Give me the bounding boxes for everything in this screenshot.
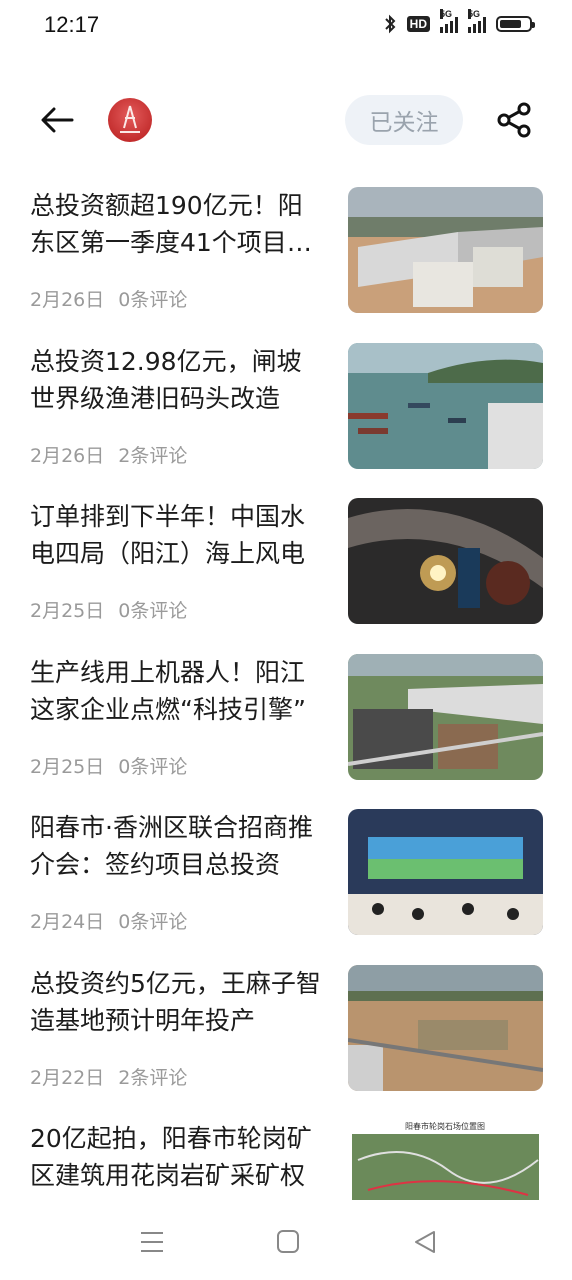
bluetooth-icon — [384, 14, 396, 34]
map-caption: 阳春市轮岗石场位置图 — [405, 1121, 485, 1131]
article-item[interactable]: 总投资额超190亿元！阳东区第一季度41个项目集中开工 2月26日 0条评论 — [0, 172, 572, 328]
back-triangle-icon[interactable] — [405, 1224, 445, 1260]
article-title[interactable]: 阳春市·香洲区联合招商推介会：签约项目总投资 — [30, 809, 322, 883]
conference-hall-photo[interactable] — [348, 809, 543, 935]
article-item[interactable]: 生产线用上机器人！阳江这家企业点燃“科技引擎” 2月25日 0条评论 — [0, 639, 572, 795]
comment-count: 0条评论 — [118, 600, 188, 622]
article-date: 2月25日 — [30, 600, 105, 622]
article-date: 2月25日 — [30, 755, 105, 778]
network-label: 5G — [440, 9, 453, 19]
battery-icon — [496, 16, 535, 32]
article-title[interactable]: 订单排到下半年！中国水电四局（阳江）海上风电 — [30, 498, 322, 572]
article-meta: 2月24日 0条评论 — [30, 907, 187, 934]
battery-fill — [500, 20, 521, 28]
article-date: 2月26日 — [30, 444, 105, 467]
article-title[interactable]: 总投资约5亿元，王麻子智造基地预计明年投产 — [30, 965, 322, 1039]
article-meta: 2月25日 0条评论 — [30, 596, 187, 623]
follow-button[interactable]: 已关注 — [345, 95, 463, 145]
article-meta: 2月26日 2条评论 — [30, 441, 187, 468]
system-nav-bar — [0, 1200, 572, 1280]
share-icon[interactable] — [494, 102, 534, 138]
mine-location-map[interactable]: 阳春市轮岗石场位置图 — [348, 1120, 543, 1204]
network-label-2: 5G — [468, 9, 481, 19]
menu-icon[interactable] — [132, 1224, 172, 1260]
comment-count: 2条评论 — [118, 444, 188, 467]
comment-count: 2条评论 — [118, 1066, 188, 1089]
status-time: 12:17 — [44, 12, 100, 37]
article-date: 2月22日 — [30, 1066, 105, 1089]
signal-icon-2: 5G — [468, 9, 486, 33]
factory-construction-photo[interactable] — [348, 187, 543, 313]
article-meta: 2月22日 2条评论 — [30, 1063, 187, 1090]
signal-icon: 5G — [440, 9, 458, 33]
channel-logo[interactable] — [108, 98, 152, 142]
article-date: 2月24日 — [30, 911, 105, 933]
article-meta: 2月25日 0条评论 — [30, 752, 187, 779]
industrial-park-aerial-photo[interactable] — [348, 653, 543, 780]
construction-site-aerial-photo[interactable] — [348, 964, 543, 1091]
article-date: 2月26日 — [30, 289, 105, 311]
comment-count: 0条评论 — [118, 755, 188, 778]
article-item[interactable]: 总投资约5亿元，王麻子智造基地预计明年投产 2月22日 2条评论 — [0, 950, 572, 1106]
hd-icon: HD — [406, 16, 430, 32]
article-meta: 2月26日 0条评论 — [30, 285, 187, 312]
back-arrow-icon[interactable] — [38, 102, 78, 138]
home-square-icon[interactable] — [268, 1224, 308, 1260]
article-title[interactable]: 总投资额超190亿元！阳东区第一季度41个项目集中开工 — [30, 187, 322, 261]
status-bar: 12:17 HD 5G 5G — [0, 0, 572, 52]
article-item[interactable]: 订单排到下半年！中国水电四局（阳江）海上风电 2月25日 0条评论 — [0, 483, 572, 639]
fishing-harbor-photo[interactable] — [348, 342, 543, 469]
top-bar: 已关注 — [0, 90, 572, 150]
article-list: 总投资额超190亿元！阳东区第一季度41个项目集中开工 2月26日 0条评论 总投… — [0, 172, 572, 1261]
comment-count: 0条评论 — [118, 289, 188, 311]
article-title[interactable]: 20亿起拍，阳春市轮岗矿区建筑用花岗岩矿采矿权 — [30, 1120, 322, 1194]
article-title[interactable]: 生产线用上机器人！阳江这家企业点燃“科技引擎” — [30, 654, 322, 728]
article-item[interactable]: 阳春市·香洲区联合招商推介会：签约项目总投资 2月24日 0条评论 — [0, 794, 572, 950]
comment-count: 0条评论 — [118, 911, 188, 933]
article-title[interactable]: 总投资12.98亿元，闸坡世界级渔港旧码头改造 — [30, 343, 322, 417]
article-item[interactable]: 总投资12.98亿元，闸坡世界级渔港旧码头改造 2月26日 2条评论 — [0, 328, 572, 484]
status-icons: HD 5G 5G — [383, 9, 535, 34]
welding-sparks-photo[interactable] — [348, 498, 543, 624]
